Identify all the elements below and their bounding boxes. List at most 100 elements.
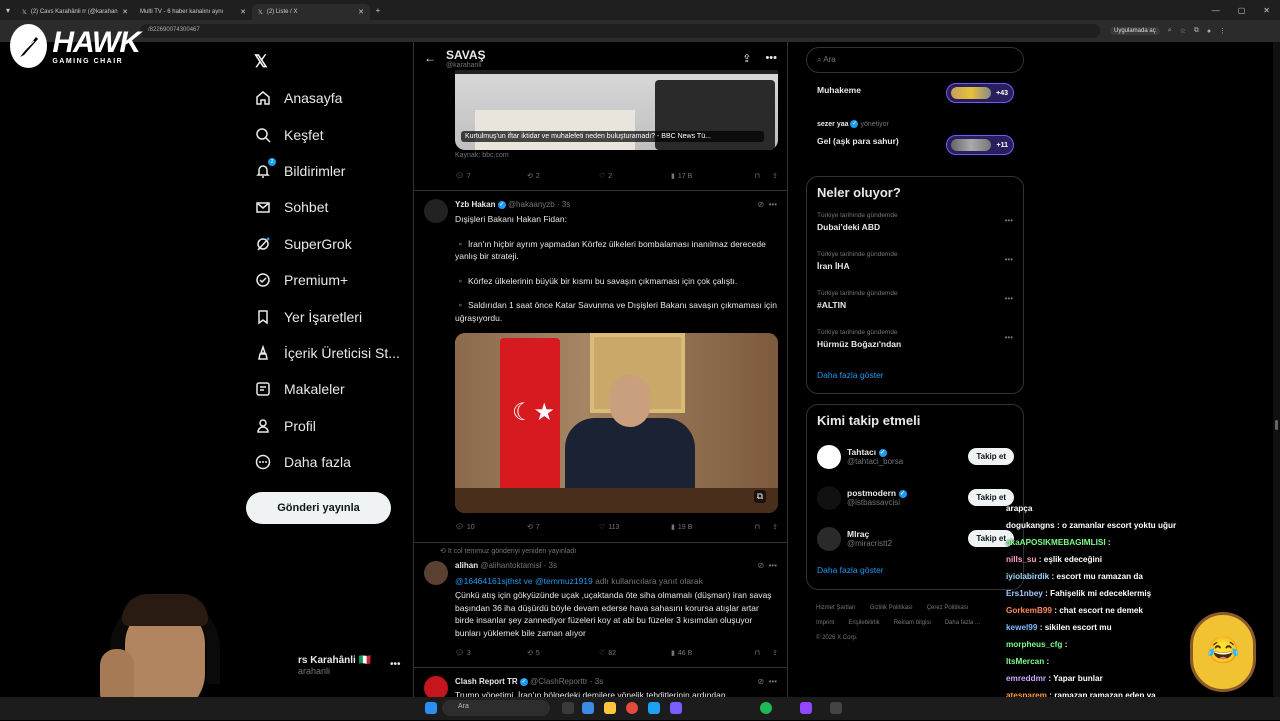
page-scrollbar[interactable]: [1273, 42, 1280, 697]
like-button[interactable]: ♡ 113: [599, 523, 671, 532]
extensions-icon[interactable]: ⧉: [1194, 27, 1199, 35]
x-logo-icon[interactable]: 𝕏: [254, 52, 268, 72]
windows-start-icon[interactable]: [425, 702, 437, 714]
like-button[interactable]: ♡ 82: [599, 649, 671, 658]
trend-item[interactable]: Türkiye tarihinde gündemde İran İHA •••: [807, 247, 1023, 286]
tweet[interactable]: ⟲ It col temmuz gönderiyi yeniden yayınl…: [414, 542, 787, 667]
views-button[interactable]: ▮ 19 B: [671, 523, 743, 532]
close-tab-icon[interactable]: ✕: [358, 8, 364, 16]
media-tag-icon[interactable]: ⧉: [753, 490, 766, 503]
avatar[interactable]: [424, 199, 448, 223]
sidebar-item-home[interactable]: Anasayfa: [248, 80, 408, 116]
avatar[interactable]: [424, 561, 448, 585]
sidebar-item-chat[interactable]: Sohbet: [248, 189, 408, 225]
space-listeners-pill[interactable]: +43: [946, 83, 1014, 103]
repost-button[interactable]: ⟲ 2: [527, 172, 599, 181]
browser-tab-2[interactable]: Multi TV - 6 haber kanalını aynı ✕: [134, 4, 252, 20]
browser-tab-3[interactable]: 𝕏 (2) Liste / X ✕: [252, 4, 370, 20]
tweet[interactable]: Yzb Hakan ✓ @hakaanyzb · 3s ⊘ ••• Dışişl…: [414, 190, 787, 542]
avatar[interactable]: [817, 485, 841, 510]
reply-button[interactable]: 💬︎ 3: [455, 649, 527, 658]
share-icon[interactable]: ⇪: [772, 649, 778, 657]
post-button[interactable]: Gönderi yayınla: [246, 492, 391, 524]
search-input[interactable]: ⌕ Ara: [806, 47, 1024, 73]
more-dots-icon[interactable]: •••: [1005, 216, 1013, 225]
taskbar-search-input[interactable]: Ara: [442, 700, 550, 716]
tweet-author[interactable]: Yzb Hakan ✓ @hakaanyzb · 3s: [455, 200, 570, 209]
grok-icon[interactable]: ⊘: [757, 561, 764, 570]
bookmark-icon[interactable]: ⊓: [755, 523, 760, 531]
like-button[interactable]: ♡ 2: [599, 172, 671, 181]
widgets-icon[interactable]: [582, 702, 594, 714]
discord-icon[interactable]: [670, 702, 682, 714]
follow-suggestion[interactable]: Mlraç @miracristt2 Takip et: [807, 518, 1023, 559]
avatar[interactable]: [817, 526, 841, 551]
show-more-link[interactable]: Daha fazla göster: [807, 559, 1023, 581]
follow-button[interactable]: Takip et: [968, 448, 1014, 465]
browser-tab-1[interactable]: 𝕏 (2) Cavs Karahânli rr (@karahan ✕: [16, 4, 134, 20]
reply-button[interactable]: 💬︎ 7: [455, 172, 527, 181]
grok-icon[interactable]: ⊘: [757, 200, 764, 209]
obs-icon[interactable]: [830, 702, 842, 714]
follow-suggestion[interactable]: postmodern ✓ @istbassavcisi Takip et: [807, 477, 1023, 518]
host-name[interactable]: sezer yaa: [817, 121, 849, 128]
trend-item[interactable]: Türkiye tarihinde gündemde Hürmüz Boğazı'…: [807, 325, 1023, 364]
share-icon[interactable]: ⇪: [742, 52, 751, 65]
sidebar-item-bookmarks[interactable]: Yer İşaretleri: [248, 298, 408, 334]
share-icon[interactable]: ⇪: [772, 523, 778, 531]
trend-item[interactable]: Türkiye tarihinde gündemde #ALTIN •••: [807, 286, 1023, 325]
twitch-icon[interactable]: [800, 702, 812, 714]
tab-list-button[interactable]: ▾: [0, 6, 16, 15]
more-dots-icon[interactable]: •••: [769, 561, 777, 570]
file-explorer-icon[interactable]: [604, 702, 616, 714]
more-dots-icon[interactable]: •••: [769, 677, 777, 686]
tweet-photo[interactable]: ☾★ ⧉: [455, 333, 778, 513]
more-dots-icon[interactable]: •••: [1005, 294, 1013, 303]
restore-button[interactable]: ▢: [1238, 6, 1246, 15]
more-dots-icon[interactable]: •••: [1005, 333, 1013, 342]
bookmark-icon[interactable]: ⊓: [755, 172, 760, 180]
close-window-button[interactable]: ✕: [1263, 6, 1270, 15]
minimize-button[interactable]: —: [1212, 6, 1220, 15]
browser-menu-icon[interactable]: ⋮: [1219, 27, 1226, 35]
views-button[interactable]: ▮ 17 B: [671, 172, 743, 181]
share-icon[interactable]: ⇪: [772, 172, 778, 180]
sidebar-item-notifications[interactable]: 2 Bildirimler: [248, 153, 408, 189]
open-in-app-button[interactable]: Uygulamada aç: [1110, 27, 1160, 35]
footer-link[interactable]: Gizlilik Politikası: [870, 605, 913, 611]
spotify-icon[interactable]: [760, 702, 772, 714]
task-view-icon[interactable]: [562, 702, 574, 714]
avatar[interactable]: [817, 444, 841, 469]
views-button[interactable]: ▮ 46 B: [671, 649, 743, 658]
scrollbar-thumb[interactable]: [1275, 420, 1278, 430]
close-tab-icon[interactable]: ✕: [122, 8, 128, 16]
sidebar-item-more[interactable]: Daha fazla: [248, 444, 408, 480]
footer-link[interactable]: Reklam bilgisi: [894, 620, 931, 626]
repost-button[interactable]: ⟲ 7: [527, 523, 599, 532]
more-dots-icon[interactable]: •••: [765, 52, 777, 65]
new-tab-button[interactable]: +: [370, 6, 386, 15]
trend-item[interactable]: Türkiye tarihinde gündemde Dubai'deki ABD…: [807, 208, 1023, 247]
follow-suggestion[interactable]: Tahtacı ✓ @tahtaci_borsa Takip et: [807, 436, 1023, 477]
footer-link[interactable]: Erişilebilirlik: [848, 620, 879, 626]
card-source[interactable]: Kaynak: bbc.com: [455, 152, 509, 159]
reply-button[interactable]: 💬︎ 10: [455, 523, 527, 532]
grok-icon[interactable]: ⊘: [757, 677, 764, 686]
space-title[interactable]: Muhakeme: [817, 85, 861, 95]
repost-button[interactable]: ⟲ 5: [527, 649, 599, 658]
profile-icon[interactable]: ●: [1207, 28, 1211, 35]
bookmark-star-icon[interactable]: ☆: [1180, 27, 1186, 35]
footer-link[interactable]: Hizmet Şartları: [816, 605, 856, 611]
more-dots-icon[interactable]: •••: [769, 200, 777, 209]
reply-to-users[interactable]: @16464161sjthst ve @temmuz1919: [455, 576, 593, 586]
sidebar-item-creator-studio[interactable]: İçerik Üreticisi St...: [248, 335, 408, 371]
footer-link[interactable]: Daha fazla ...: [945, 620, 980, 626]
footer-link[interactable]: Çerez Politikası: [927, 605, 969, 611]
tweet-author[interactable]: alihan @alihantoktamisl · 3s: [455, 561, 557, 570]
show-more-link[interactable]: Daha fazla göster: [807, 364, 1023, 386]
more-dots-icon[interactable]: •••: [1005, 255, 1013, 264]
close-tab-icon[interactable]: ✕: [240, 8, 246, 16]
link-card-image[interactable]: Kurtulmuş'un iftar iktidar ve muhalefeti…: [455, 70, 778, 150]
sidebar-item-explore[interactable]: Keşfet: [248, 116, 408, 152]
footer-link[interactable]: Imprint: [816, 620, 834, 626]
